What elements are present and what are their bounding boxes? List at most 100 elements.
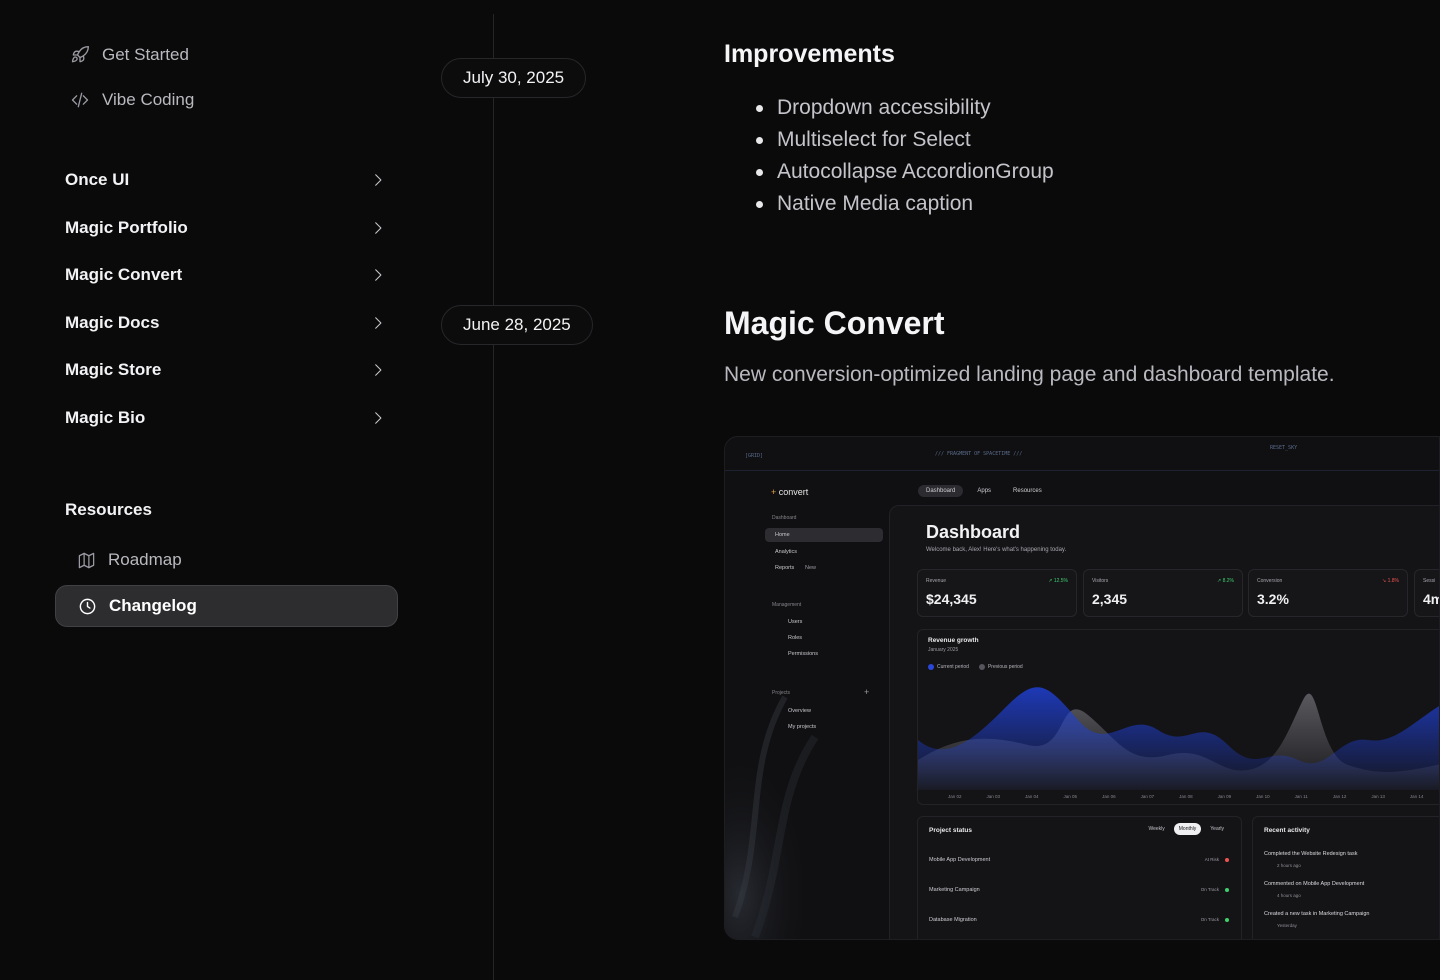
preview-topbar-center: /// FRAGMENT OF SPACETIME /// [935,451,1023,457]
legend-swatch [978,664,985,670]
stat-label: Conversion [1257,578,1283,584]
sidebar-group-magic-convert[interactable]: Magic Convert [65,265,385,285]
chart-subtitle: January 2025 [928,647,959,653]
preview-side-title: Dashboard [772,515,797,521]
project-status: On Track [1200,887,1219,892]
x-tick: Jan 02 [948,794,962,799]
project-name: Mobile App Development [929,857,991,863]
x-tick: Jan 03 [986,794,1001,799]
revenue-area-chart [918,687,1439,790]
sidebar-item-label: Changelog [109,596,197,615]
table-row: Marketing Campaign On Track [929,887,1229,893]
list-item: Autocollapse AccordionGroup [756,156,1054,188]
list-item: Native Media caption [756,188,1054,220]
entry-heading: Improvements [724,40,895,68]
stat-change-value: 8.2% [1222,578,1234,584]
panel-title: Project status [929,827,972,834]
stat-change: ↘ 1.8% [1382,578,1399,584]
preview-side-item: Permissions [788,651,818,657]
chart-title: Revenue growth [928,637,979,644]
entry-heading: Magic Convert [724,305,945,341]
legend-label: Current period [937,664,969,670]
stat-card: Visitors ↗ 8.2% 2,345 [1083,569,1243,617]
stat-change: ↗ 8.2% [1217,578,1234,584]
project-status: On Track [1200,917,1219,922]
sidebar-group-magic-portfolio[interactable]: Magic Portfolio [65,218,385,238]
stat-card: Revenue ↗ 12.5% $24,345 [917,569,1077,617]
list-item: Dropdown accessibility [756,92,1054,124]
preview-side-item: Analytics [775,549,798,555]
x-tick: Jan 08 [1179,794,1193,799]
revenue-chart-card: Revenue growth January 2025 Current peri… [917,629,1439,805]
chart-legend: Current period Previous period [928,664,1023,670]
stat-change: ↗ 12.5% [1048,578,1068,584]
table-row: Database Migration On Track [929,917,1229,923]
preview-side-title: Projects [772,690,791,696]
stat-label: Visitors [1092,578,1109,584]
chart-x-axis: Jan 02 Jan 03 Jan 04 Jan 05 Jan 06 Jan 0… [948,794,1423,799]
stat-card: Conversion ↘ 1.8% 3.2% [1248,569,1408,617]
activity-time: 4 hours ago [1277,893,1301,898]
stat-change-value: 12.5% [1053,578,1068,584]
segment: Monthly [1173,823,1202,835]
improvements-list: Dropdown accessibility Multiselect for S… [756,92,1054,220]
chevron-right-icon [375,412,382,424]
x-tick: Jan 04 [1025,794,1039,799]
preview-tabs: Dashboard Apps Resources [918,485,1050,497]
sidebar-group-magic-bio[interactable]: Magic Bio [65,408,385,428]
sidebar-group-label: Magic Docs [65,313,160,332]
sidebar-group-magic-store[interactable]: Magic Store [65,360,385,380]
preview-side-item: My projects [788,724,817,730]
project-status-panel: Project status Weekly Monthly Yearly Mob… [917,816,1242,939]
sidebar-item-label: Roadmap [108,550,182,569]
date-badge: June 28, 2025 [441,305,593,345]
preview-subtitle: Welcome back, Alex! Here's what's happen… [926,547,1067,553]
activity-text: Commented on Mobile App Development [1264,881,1365,887]
preview-badge: New [805,565,817,571]
project-status: At Risk [1204,857,1219,862]
preview-tab: Dashboard [918,485,964,497]
preview-side-item: Users [788,619,803,625]
stat-card: Sessi 4m [1414,569,1439,617]
activity-text: Created a new task in Marketing Campaign [1264,911,1370,917]
segment: Yearly [1210,826,1224,832]
legend-item: Current period [928,664,969,670]
chevron-right-icon [375,317,382,329]
segment: Weekly [1148,826,1165,832]
x-tick: Jan 12 [1332,794,1347,799]
clock-icon [79,598,96,614]
magic-convert-preview-image: [GRID] /// FRAGMENT OF SPACETIME /// RES… [724,436,1440,940]
sidebar-link-vibe-coding[interactable]: Vibe Coding [70,90,194,110]
activity-time: Yesterday [1277,923,1297,928]
preview-side-item: Home [765,528,883,542]
stat-label: Sessi [1423,578,1436,584]
project-name: Marketing Campaign [929,887,980,893]
sidebar-link-get-started[interactable]: Get Started [70,45,189,65]
sidebar-group-label: Magic Convert [65,265,183,284]
x-tick: Jan 13 [1371,794,1385,799]
sidebar-group-once-ui[interactable]: Once UI [65,170,385,190]
timeline-line [493,14,494,980]
stat-label: Revenue [926,578,947,584]
x-tick: Jan 05 [1063,794,1078,799]
sidebar: Get Started Vibe Coding Once UI Magic Po… [0,0,420,980]
legend-swatch [928,664,934,670]
list-item: Multiselect for Select [756,124,1054,156]
stat-value: 3.2% [1257,591,1289,607]
sidebar-group-magic-docs[interactable]: Magic Docs [65,313,385,333]
sidebar-link-label: Get Started [102,45,189,64]
chevron-right-icon [375,174,382,186]
preview-topbar-right: RESET_SKY [1270,445,1298,451]
chevron-right-icon [375,222,382,234]
sidebar-item-changelog[interactable]: Changelog [55,585,398,627]
x-tick: Jan 09 [1217,794,1232,799]
rocket-icon [71,45,90,63]
period-segmented-control: Weekly Monthly Yearly [1143,823,1229,835]
x-tick: Jan 14 [1409,794,1424,799]
plus-icon: + [864,687,870,697]
stat-value: $24,345 [926,591,977,607]
preview-topbar: [GRID] /// FRAGMENT OF SPACETIME /// RES… [725,437,1439,471]
sidebar-item-roadmap[interactable]: Roadmap [77,550,182,570]
recent-activity-panel: Recent activity Completed the Website Re… [1252,816,1439,939]
status-dot [1225,888,1229,892]
